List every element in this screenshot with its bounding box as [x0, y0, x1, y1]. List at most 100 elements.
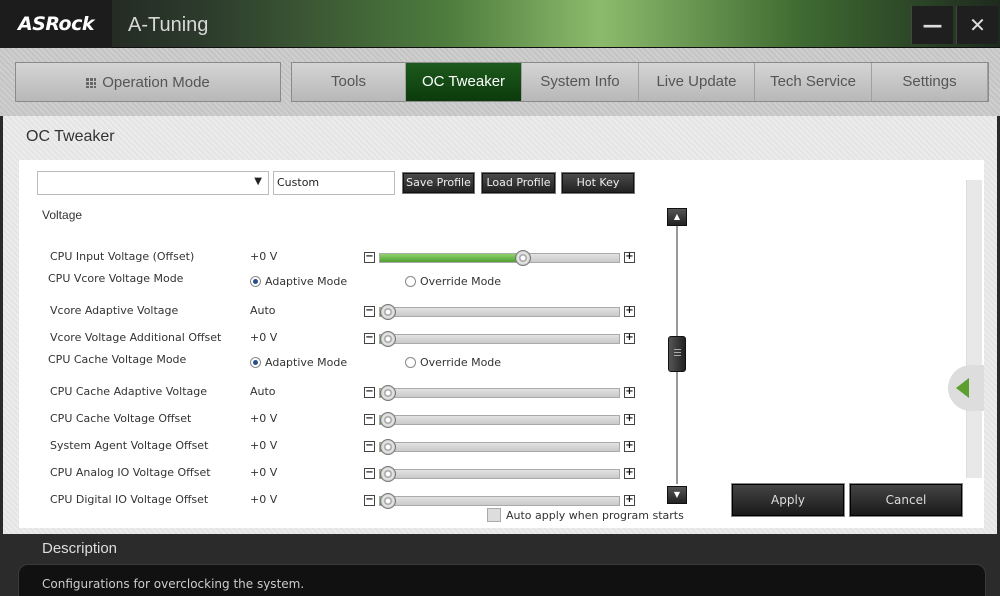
hot-key-button[interactable]: Hot Key: [562, 173, 634, 193]
minus-icon[interactable]: −: [364, 252, 375, 263]
voltage-slider[interactable]: − +: [364, 466, 636, 482]
voltage-slider[interactable]: − +: [364, 412, 636, 428]
grid-icon: [86, 78, 97, 88]
right-scrollbar[interactable]: [966, 180, 982, 478]
checkbox-icon: [487, 508, 501, 522]
setting-label: CPU Vcore Voltage Mode: [48, 272, 184, 285]
auto-apply-checkbox[interactable]: Auto apply when program starts: [487, 508, 684, 522]
close-icon: ✕: [969, 13, 986, 37]
voltage-slider[interactable]: − +: [364, 304, 636, 320]
slider-track[interactable]: [379, 493, 620, 509]
plus-icon[interactable]: +: [624, 387, 635, 398]
profile-name-input[interactable]: Custom: [273, 171, 395, 195]
tab-bar: Tools OC Tweaker System Info Live Update Tec…: [291, 62, 989, 102]
tab-tools[interactable]: Tools: [292, 63, 406, 101]
setting-label: CPU Cache Voltage Offset: [50, 412, 192, 425]
plus-icon[interactable]: +: [624, 414, 635, 425]
setting-row: CPU Analog IO Voltage Offset +0 V − +: [19, 464, 659, 484]
operation-mode-label: Operation Mode: [102, 74, 210, 91]
voltage-slider[interactable]: − +: [364, 250, 636, 266]
radio-icon: [250, 357, 261, 368]
slider-track[interactable]: [379, 250, 620, 266]
slider-knob[interactable]: [515, 250, 531, 266]
operation-mode-button[interactable]: Operation Mode: [15, 62, 281, 102]
plus-icon[interactable]: +: [624, 333, 635, 344]
setting-label: System Agent Voltage Offset: [50, 439, 209, 452]
slider-track[interactable]: [379, 439, 620, 455]
slider-fill: [380, 254, 523, 262]
tab-settings[interactable]: Settings: [872, 63, 988, 101]
slider-knob[interactable]: [380, 385, 396, 401]
plus-icon[interactable]: +: [624, 468, 635, 479]
radio-label: Adaptive Mode: [265, 356, 348, 369]
slider-knob[interactable]: [380, 466, 396, 482]
voltage-slider[interactable]: − +: [364, 385, 636, 401]
title-bar: ASRock A-Tuning — ✕: [0, 0, 1000, 48]
scroll-up-icon[interactable]: ▲: [667, 208, 687, 226]
slider-track[interactable]: [379, 412, 620, 428]
slider-track[interactable]: [379, 385, 620, 401]
minus-icon[interactable]: −: [364, 441, 375, 452]
description-box: Configurations for overclocking the syst…: [18, 564, 986, 596]
setting-row: CPU Cache Voltage Mode Adaptive Mode Overr…: [19, 353, 659, 376]
setting-value: Auto: [250, 304, 276, 317]
setting-row: Vcore Voltage Additional Offset +0 V − +: [19, 329, 659, 349]
plus-icon[interactable]: +: [624, 306, 635, 317]
plus-icon[interactable]: +: [624, 441, 635, 452]
voltage-slider[interactable]: − +: [364, 331, 636, 347]
tab-tech-service[interactable]: Tech Service: [755, 63, 872, 101]
slider-knob[interactable]: [380, 439, 396, 455]
tab-oc-tweaker[interactable]: OC Tweaker: [406, 63, 522, 101]
slider-track[interactable]: [379, 466, 620, 482]
expand-panel-button[interactable]: [948, 365, 984, 411]
slider-track[interactable]: [379, 304, 620, 320]
slider-track[interactable]: [379, 331, 620, 347]
minus-icon[interactable]: −: [364, 495, 375, 506]
slider-knob[interactable]: [380, 304, 396, 320]
minimize-button[interactable]: —: [911, 6, 953, 44]
close-button[interactable]: ✕: [956, 6, 998, 44]
setting-value: +0 V: [250, 439, 278, 452]
app-title: A-Tuning: [128, 14, 209, 36]
setting-value: +0 V: [250, 412, 278, 425]
minus-icon[interactable]: −: [364, 333, 375, 344]
radio-icon: [405, 357, 416, 368]
minus-icon[interactable]: −: [364, 387, 375, 398]
profile-select[interactable]: ▼: [37, 171, 269, 195]
setting-label: CPU Analog IO Voltage Offset: [50, 466, 211, 479]
radio-override-mode[interactable]: Override Mode: [405, 356, 501, 369]
minus-icon[interactable]: −: [364, 468, 375, 479]
setting-value: +0 V: [250, 493, 278, 506]
chevron-down-icon: ▼: [254, 176, 262, 187]
apply-button[interactable]: Apply: [732, 484, 844, 516]
radio-adaptive-mode[interactable]: Adaptive Mode: [250, 356, 347, 369]
slider-knob[interactable]: [380, 331, 396, 347]
auto-apply-label: Auto apply when program starts: [506, 509, 684, 522]
slider-knob[interactable]: [380, 412, 396, 428]
plus-icon[interactable]: +: [624, 495, 635, 506]
cancel-button[interactable]: Cancel: [850, 484, 962, 516]
setting-label: Vcore Adaptive Voltage: [50, 304, 179, 317]
save-profile-button[interactable]: Save Profile: [403, 173, 474, 193]
tab-live-update[interactable]: Live Update: [639, 63, 755, 101]
slider-knob[interactable]: [380, 493, 396, 509]
minimize-icon: —: [922, 13, 943, 37]
tab-system-info[interactable]: System Info: [522, 63, 639, 101]
voltage-slider[interactable]: − +: [364, 439, 636, 455]
minus-icon[interactable]: −: [364, 306, 375, 317]
radio-label: Override Mode: [420, 275, 502, 288]
plus-icon[interactable]: +: [624, 252, 635, 263]
setting-row: System Agent Voltage Offset +0 V − +: [19, 437, 659, 457]
setting-row: CPU Vcore Voltage Mode Adaptive Mode Overr…: [19, 272, 659, 295]
voltage-slider[interactable]: − +: [364, 493, 636, 509]
settings-scrollbar[interactable]: ▲ ▼: [667, 208, 687, 504]
description-panel: Description Configurations for overclock…: [0, 534, 1000, 596]
minus-icon[interactable]: −: [364, 414, 375, 425]
radio-adaptive-mode[interactable]: Adaptive Mode: [250, 275, 347, 288]
load-profile-button[interactable]: Load Profile: [482, 173, 555, 193]
radio-override-mode[interactable]: Override Mode: [405, 275, 501, 288]
setting-label: CPU Cache Voltage Mode: [48, 353, 187, 366]
setting-value: +0 V: [250, 250, 278, 263]
scroll-down-icon[interactable]: ▼: [667, 486, 687, 504]
scrollbar-thumb[interactable]: [668, 336, 686, 372]
